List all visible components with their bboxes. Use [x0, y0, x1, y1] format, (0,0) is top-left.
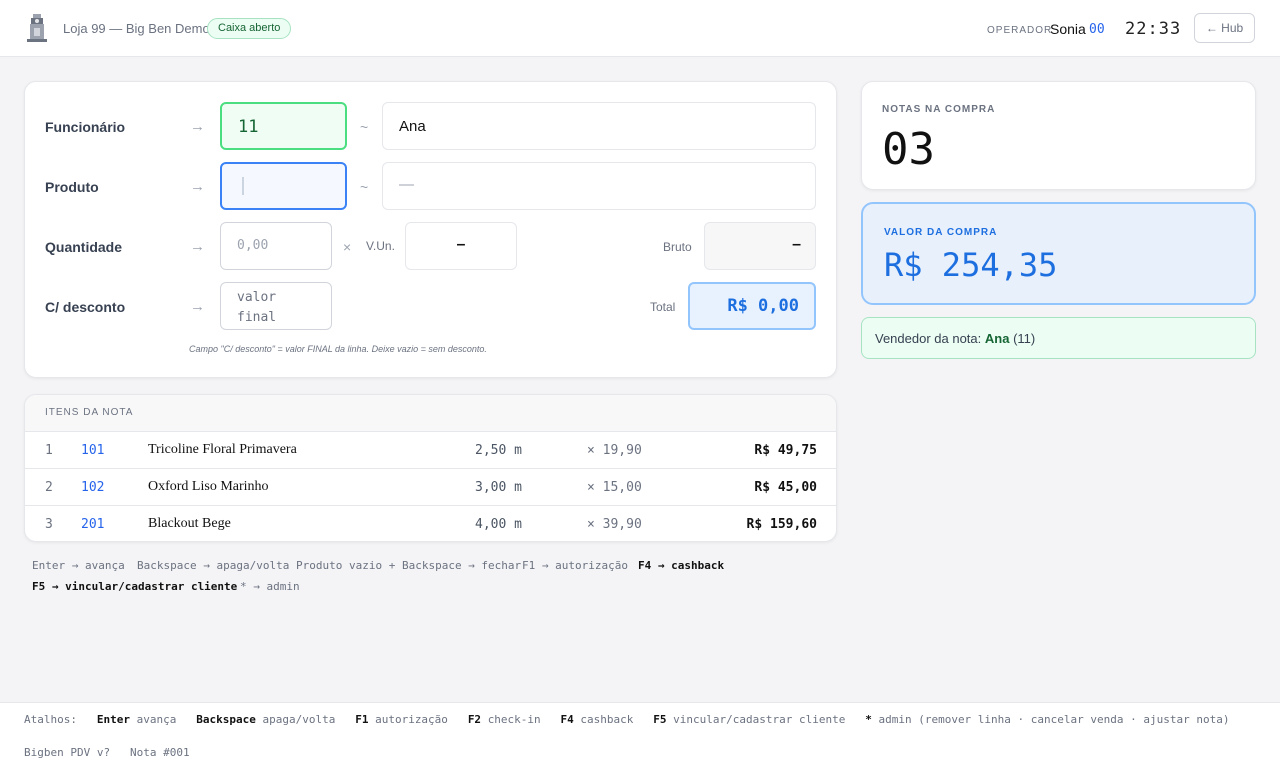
notas-label: NOTAS NA COMPRA: [882, 104, 996, 115]
item-quantity: 3,00 m: [475, 480, 522, 495]
shortcut-key: F5: [653, 713, 667, 726]
tilde-separator: ~: [360, 179, 369, 195]
funcionario-label: Funcionário: [45, 119, 126, 135]
notas-count: 03: [882, 124, 935, 175]
store-name: Loja 99 — Big Ben Demo: [63, 21, 210, 36]
valor-card: VALOR DA COMPRA R$ 254,35: [861, 202, 1256, 305]
shortcut-key: *: [865, 713, 872, 726]
item-quantity: 2,50 m: [475, 443, 522, 458]
bruto-label: Bruto: [663, 240, 692, 254]
times-icon: ×: [343, 239, 352, 255]
notas-card: NOTAS NA COMPRA 03: [861, 81, 1256, 190]
vendedor-name: Ana: [984, 331, 1010, 346]
top-bar: Loja 99 — Big Ben Demo Caixa aberto OPER…: [0, 0, 1280, 57]
table-row[interactable]: 3 201 Blackout Bege 4,00 m × 39,90 R$ 15…: [25, 506, 836, 541]
arrow-icon: →: [190, 238, 205, 255]
item-unit-price: × 15,00: [587, 480, 642, 495]
shortcut-key: Enter: [96, 713, 130, 726]
arrow-icon: →: [190, 178, 205, 195]
item-number: 1: [45, 443, 53, 458]
item-code: 101: [81, 443, 105, 458]
footer-shortcuts: Atalhos: Enter avança Backspace apaga/vo…: [24, 713, 1229, 726]
footer-meta: Bigben PDV v? Nota #001: [24, 746, 190, 759]
arrow-icon: →: [190, 298, 205, 315]
item-total: R$ 45,00: [754, 480, 817, 495]
funcionario-code-input[interactable]: 11: [220, 102, 347, 150]
desconto-input[interactable]: valor final: [220, 282, 332, 330]
vendedor-code: (11): [1013, 331, 1036, 346]
shortcut-hint: Backspace → apaga/volta: [137, 559, 290, 572]
clock: 22:33: [1125, 19, 1182, 39]
atalhos-label: Atalhos:: [24, 713, 77, 726]
shortcut-hint: F1 → autorização: [522, 559, 628, 572]
item-description: Oxford Liso Marinho: [148, 479, 269, 494]
item-code: 201: [81, 517, 105, 532]
produto-name-field: —: [382, 162, 816, 210]
vendedor-card: Vendedor da nota: Ana (11): [861, 317, 1256, 359]
shortcut-key: F2: [467, 713, 482, 726]
quantidade-label: Quantidade: [45, 239, 123, 255]
shortcut-desc: vincular/cadastrar cliente: [673, 713, 846, 726]
item-number: 3: [45, 517, 53, 532]
item-unit-price: × 39,90: [587, 517, 642, 532]
total-field: R$ 0,00: [688, 282, 816, 330]
item-code: 102: [81, 480, 105, 495]
shortcut-hint: F4 → cashback: [638, 559, 725, 572]
items-table: ITENS DA NOTA 1 101 Tricoline Floral Pri…: [24, 394, 837, 542]
valor-label: VALOR DA COMPRA: [884, 227, 998, 238]
item-number: 2: [45, 480, 53, 495]
shortcut-desc: autorização: [375, 713, 448, 726]
operator-label: OPERADOR: [987, 25, 1053, 36]
shortcut-hint: Enter → avança: [32, 559, 125, 572]
arrow-icon: →: [190, 118, 205, 135]
vun-label: V.Un.: [366, 239, 395, 253]
item-description: Blackout Bege: [148, 516, 231, 531]
funcionario-name-field: Ana: [382, 102, 816, 150]
produto-code-input[interactable]: [220, 162, 347, 210]
shortcut-key: F1: [355, 713, 369, 726]
item-description: Tricoline Floral Primavera: [148, 442, 297, 457]
item-unit-price: × 19,90: [587, 443, 642, 458]
shortcut-key: F4: [560, 713, 574, 726]
shortcut-desc: cashback: [580, 713, 634, 726]
shortcut-hint: * → admin: [240, 580, 300, 593]
shortcut-desc: avança: [136, 713, 177, 726]
shortcut-desc: apaga/volta: [262, 713, 336, 726]
operator-name: Sonia: [1050, 21, 1086, 37]
clock-tower-icon: [27, 14, 47, 42]
hub-button[interactable]: ← Hub: [1194, 13, 1255, 43]
items-title: ITENS DA NOTA: [25, 395, 836, 432]
quantidade-input[interactable]: 0,00: [220, 222, 332, 270]
entry-form: Funcionário → 11 ~ Ana Produto → ~ — Qua…: [24, 81, 837, 378]
table-row[interactable]: 2 102 Oxford Liso Marinho 3,00 m × 15,00…: [25, 469, 836, 506]
shortcut-key: Backspace: [196, 713, 256, 726]
total-label: Total: [650, 300, 676, 314]
shortcut-hint: Produto vazio + Backspace → fechar: [296, 559, 522, 572]
status-badge: Caixa aberto: [207, 18, 292, 39]
tilde-separator: ~: [360, 119, 369, 135]
nota-number: Nota #001: [129, 746, 190, 759]
table-row[interactable]: 1 101 Tricoline Floral Primavera 2,50 m …: [25, 432, 836, 469]
vun-field: –: [405, 222, 517, 270]
shortcut-desc: admin (remover linha · cancelar venda · …: [878, 713, 1230, 726]
desconto-hint: Campo "C/ desconto" = valor FINAL da lin…: [189, 344, 487, 354]
footer: Atalhos: Enter avança Backspace apaga/vo…: [0, 702, 1280, 768]
desconto-label: C/ desconto: [45, 299, 126, 315]
text-caret: [242, 177, 244, 195]
shortcut-hint: F5 → vincular/cadastrar cliente: [32, 580, 238, 593]
vendedor-label: Vendedor da nota:: [875, 331, 982, 346]
item-quantity: 4,00 m: [475, 517, 522, 532]
item-total: R$ 159,60: [746, 517, 817, 532]
version-text: Bigben PDV v?: [24, 746, 111, 759]
item-total: R$ 49,75: [754, 443, 817, 458]
shortcut-desc: check-in: [487, 713, 541, 726]
produto-label: Produto: [45, 179, 99, 195]
operator-code: 00: [1089, 22, 1105, 37]
valor-total: R$ 254,35: [884, 246, 1058, 284]
bruto-field: –: [704, 222, 816, 270]
